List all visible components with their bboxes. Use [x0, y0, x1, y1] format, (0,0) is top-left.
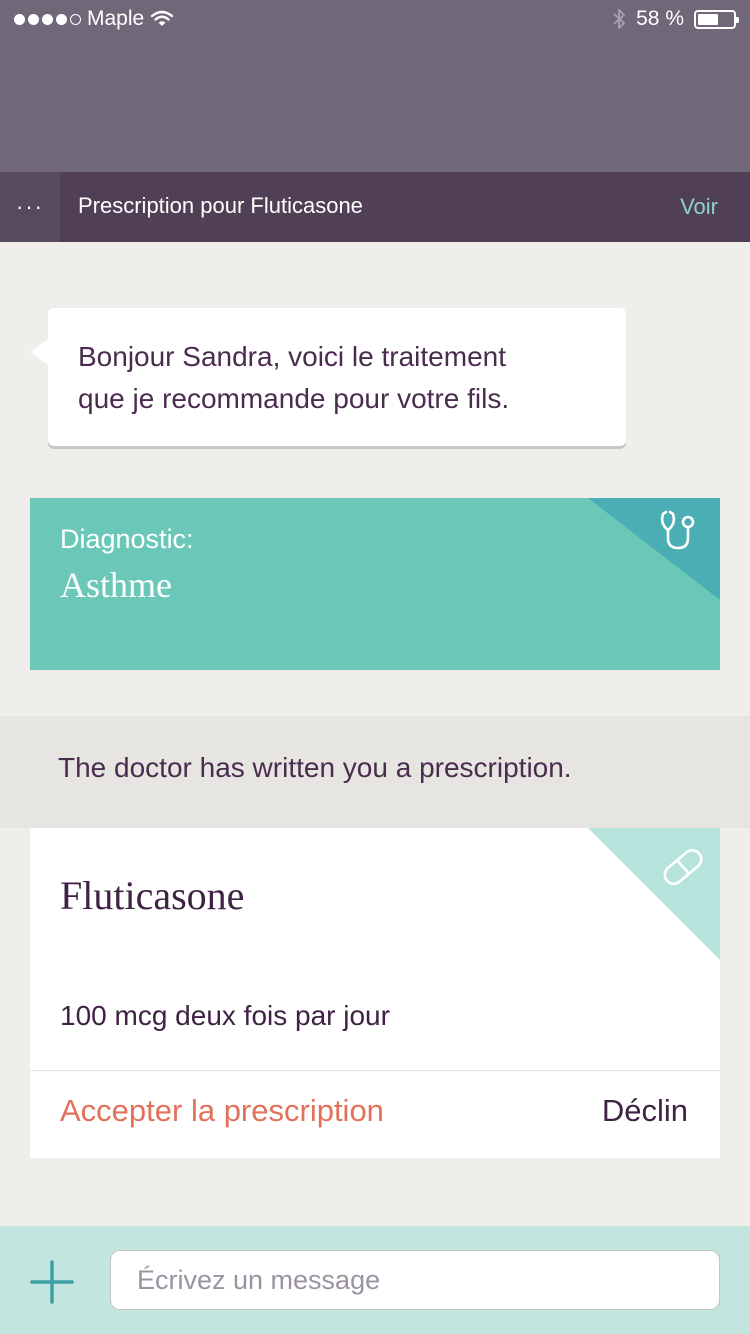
message-input[interactable]	[110, 1250, 720, 1310]
view-button[interactable]: Voir	[680, 194, 718, 220]
prescription-card: Fluticasone 100 mcg deux fois par jour A…	[30, 828, 720, 1158]
plus-icon[interactable]	[28, 1258, 76, 1306]
diagnostic-value: Asthme	[60, 565, 172, 605]
dosage-text: 100 mcg deux fois par jour	[60, 1000, 390, 1031]
conversation-header: ··· Prescription pour Fluticasone Voir	[0, 172, 750, 242]
stethoscope-icon	[660, 510, 695, 550]
message-line-1: Bonjour Sandra, voici le traitement	[78, 341, 506, 372]
signal-strength-icon	[14, 13, 81, 25]
battery-percentage: 58 %	[636, 7, 684, 30]
doctor-message-bubble: Bonjour Sandra, voici le traitement que …	[48, 308, 626, 446]
message-composer	[0, 1226, 750, 1334]
status-bar: Maple 58 %	[0, 0, 750, 40]
more-options-button[interactable]: ···	[0, 172, 60, 242]
status-right: 58 %	[612, 7, 739, 31]
accept-prescription-button[interactable]: Accepter la prescription	[60, 1093, 384, 1129]
card-divider	[30, 1070, 720, 1071]
wifi-icon	[151, 10, 174, 26]
carrier-name: Maple	[87, 7, 145, 30]
decline-prescription-button[interactable]: Déclin	[602, 1093, 688, 1129]
drug-name: Fluticasone	[60, 873, 245, 918]
message-bubble-tail	[30, 338, 49, 366]
message-line-2: que je recommande pour votre fils.	[78, 383, 510, 414]
status-left: Maple	[14, 7, 174, 31]
diagnostic-card: Diagnostic: Asthme	[30, 498, 720, 670]
diagnostic-label: Diagnostic:	[60, 524, 194, 554]
battery-icon	[694, 9, 739, 29]
pill-icon	[663, 848, 703, 886]
prescription-notice: The doctor has written you a prescriptio…	[0, 716, 750, 828]
bluetooth-icon	[613, 9, 626, 29]
page-title: Prescription pour Fluticasone	[78, 193, 363, 218]
notice-text: The doctor has written you a prescriptio…	[58, 752, 572, 783]
